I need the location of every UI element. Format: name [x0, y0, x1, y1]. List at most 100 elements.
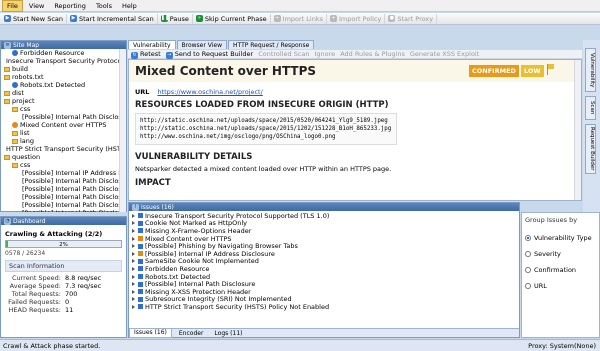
expand-arrow-icon[interactable] [132, 297, 135, 302]
expand-arrow-icon[interactable] [132, 304, 135, 309]
controlled-scan-label: Controlled Scan [258, 50, 310, 58]
tree-item[interactable]: [Possible] Internal Path Disclosur [1, 177, 126, 185]
radio-button[interactable] [525, 267, 531, 273]
tree-item-label: [Possible] Internal Path Disclosur [22, 193, 126, 201]
issue-label: HTTP Strict Transport Security (HSTS) Po… [145, 302, 330, 311]
tree-item[interactable]: project [1, 97, 126, 105]
expand-arrow-icon[interactable] [132, 236, 135, 241]
group-option-confirmation[interactable]: Confirmation [525, 262, 596, 278]
start-new-scan-label: Start New Scan [13, 14, 63, 23]
tree-item[interactable]: question [1, 153, 126, 161]
generate-xss-exploit-button[interactable]: Generate XSS Exploit [410, 50, 479, 58]
stat-value: 700 [65, 290, 78, 298]
tree-item[interactable]: [Possible] Internal Path Disclosure [1, 113, 126, 121]
tree-item[interactable]: [Possible] Internal Path Disclosur [1, 193, 126, 201]
pause-label: Pause [169, 14, 189, 23]
controlled-scan-button[interactable]: Controlled Scan [258, 50, 309, 58]
vulnerable-url-link[interactable]: https://www.oschina.net/project/ [157, 88, 262, 96]
send-to-request-builder-button[interactable]: → Send to Request Builder [165, 50, 253, 59]
tree-item[interactable]: Forbidden Resource [1, 49, 126, 57]
expand-arrow-icon[interactable] [132, 244, 135, 249]
toolbar: ▶ Start New Scan ▶ Start Incremental Scan … [0, 13, 600, 25]
group-option-vulnerability-type[interactable]: Vulnerability Type [525, 230, 596, 246]
dashboard-header: ◔ Dashboard [1, 217, 126, 225]
tree-item[interactable]: Mixed Content over HTTPS [1, 121, 126, 129]
site-map-scrollbar[interactable] [119, 49, 126, 212]
tree-item-label: robots.txt [12, 73, 44, 81]
expand-arrow-icon[interactable] [132, 266, 135, 271]
tree-item-label: project [12, 97, 35, 105]
menu-file[interactable]: File [2, 0, 23, 12]
group-issues-title: Group Issues by [525, 216, 578, 224]
issue-row[interactable]: HTTP Strict Transport Security (HSTS) Po… [129, 303, 519, 311]
side-tab-request-builder[interactable]: Request Builder [585, 124, 596, 174]
issues-title: Issues (16) [141, 203, 174, 211]
skip-phase-button[interactable]: » Skip Current Phase [193, 13, 271, 24]
expand-arrow-icon[interactable] [132, 228, 135, 233]
menu-tools[interactable]: Tools [92, 1, 116, 11]
tree-item-label: list [20, 129, 30, 137]
tab-encoder[interactable]: Encoder [175, 329, 208, 338]
menu-help[interactable]: Help [118, 1, 141, 11]
radio-button[interactable] [525, 251, 531, 257]
tab-issues[interactable]: Issues (16) [129, 328, 172, 338]
tree-item[interactable]: Insecure Transport Security Protocol Sup… [1, 57, 126, 65]
side-tab-scan[interactable]: Scan [585, 96, 596, 120]
url-row: URL https://www.oschina.net/project/ [135, 88, 575, 96]
menu-view[interactable]: View [25, 1, 48, 11]
tree-item[interactable]: [Possible] Internal Path Disclosur [1, 201, 126, 209]
start-incremental-scan-button[interactable]: ▶ Start Incremental Scan [67, 13, 158, 24]
tree-item[interactable]: [Possible] Internal Path Disclosur [1, 209, 126, 212]
tree-item[interactable]: Robots.txt Detected [1, 81, 126, 89]
tree-item[interactable]: css [1, 105, 126, 113]
tab-logs[interactable]: Logs (11) [210, 329, 246, 338]
tab-http-request-response[interactable]: HTTP Request / Response [228, 40, 315, 49]
expand-arrow-icon[interactable] [132, 221, 135, 226]
expand-arrow-icon[interactable] [132, 251, 135, 256]
tree-item[interactable]: robots.txt [1, 73, 126, 81]
tree-item[interactable]: build [1, 65, 126, 73]
tree-item[interactable]: dist [1, 89, 126, 97]
start-proxy-button[interactable]: ● Start Proxy [385, 13, 438, 24]
resource-url: http://static.oschina.net/uploads/space/… [140, 126, 392, 132]
side-tab-vulnerability[interactable]: Vulnerability [585, 48, 596, 92]
stat-label: Average Speed: [9, 282, 61, 290]
tab-vulnerability[interactable]: Vulnerability [128, 40, 176, 49]
stat-row: Current Speed: 8.8 req/sec [5, 274, 122, 282]
expand-arrow-icon[interactable] [132, 213, 135, 218]
tree-item[interactable]: [Possible] Internal IP Address Disc [1, 169, 126, 177]
add-rules-button[interactable]: Add Rules & Plugins [340, 50, 405, 58]
details-text: Netsparker detected a mixed content load… [135, 165, 392, 173]
expand-arrow-icon[interactable] [132, 289, 135, 294]
vulnerability-scrollbar[interactable] [574, 60, 581, 200]
skip-icon: » [195, 15, 203, 22]
dashboard-panel: ◔ Dashboard Crawling & Attacking (2/2) 2… [0, 216, 127, 338]
menu-reporting[interactable]: Reporting [50, 1, 90, 11]
radio-button[interactable] [525, 283, 531, 289]
tree-item[interactable]: list [1, 129, 126, 137]
expand-arrow-icon[interactable] [132, 282, 135, 287]
start-new-scan-button[interactable]: ▶ Start New Scan [1, 13, 67, 24]
tree-item-label: dist [12, 89, 24, 97]
import-policy-button[interactable]: + Import Policy [327, 13, 386, 24]
stat-row: Failed Requests: 0 [5, 298, 122, 306]
expand-arrow-icon[interactable] [132, 274, 135, 279]
tree-item-label: Forbidden Resource [20, 49, 85, 57]
group-option-url[interactable]: URL [525, 278, 596, 294]
import-links-button[interactable]: + Import Links [271, 13, 327, 24]
confirmed-badge: CONFIRMED [469, 65, 519, 77]
tree-item[interactable]: css [1, 161, 126, 169]
group-option-label: URL [534, 282, 547, 290]
policy-icon: + [330, 15, 337, 22]
ignore-button[interactable]: Ignore [315, 50, 336, 58]
tree-item[interactable]: [Possible] Internal Path Disclosur [1, 185, 126, 193]
expand-arrow-icon[interactable] [132, 259, 135, 264]
tree-item[interactable]: HTTP Strict Transport Security (HSTS) P.… [1, 145, 126, 153]
group-option-severity[interactable]: Severity [525, 246, 596, 262]
tab-browser-view[interactable]: Browser View [176, 40, 227, 49]
bottom-tab-bar: Issues (16) Encoder Logs (11) [129, 328, 519, 338]
pause-button[interactable]: ❚❚ Pause [158, 13, 193, 24]
retest-button[interactable]: ↻ Retest [131, 50, 161, 59]
tree-item[interactable]: lang [1, 137, 126, 145]
radio-button[interactable] [525, 235, 531, 241]
